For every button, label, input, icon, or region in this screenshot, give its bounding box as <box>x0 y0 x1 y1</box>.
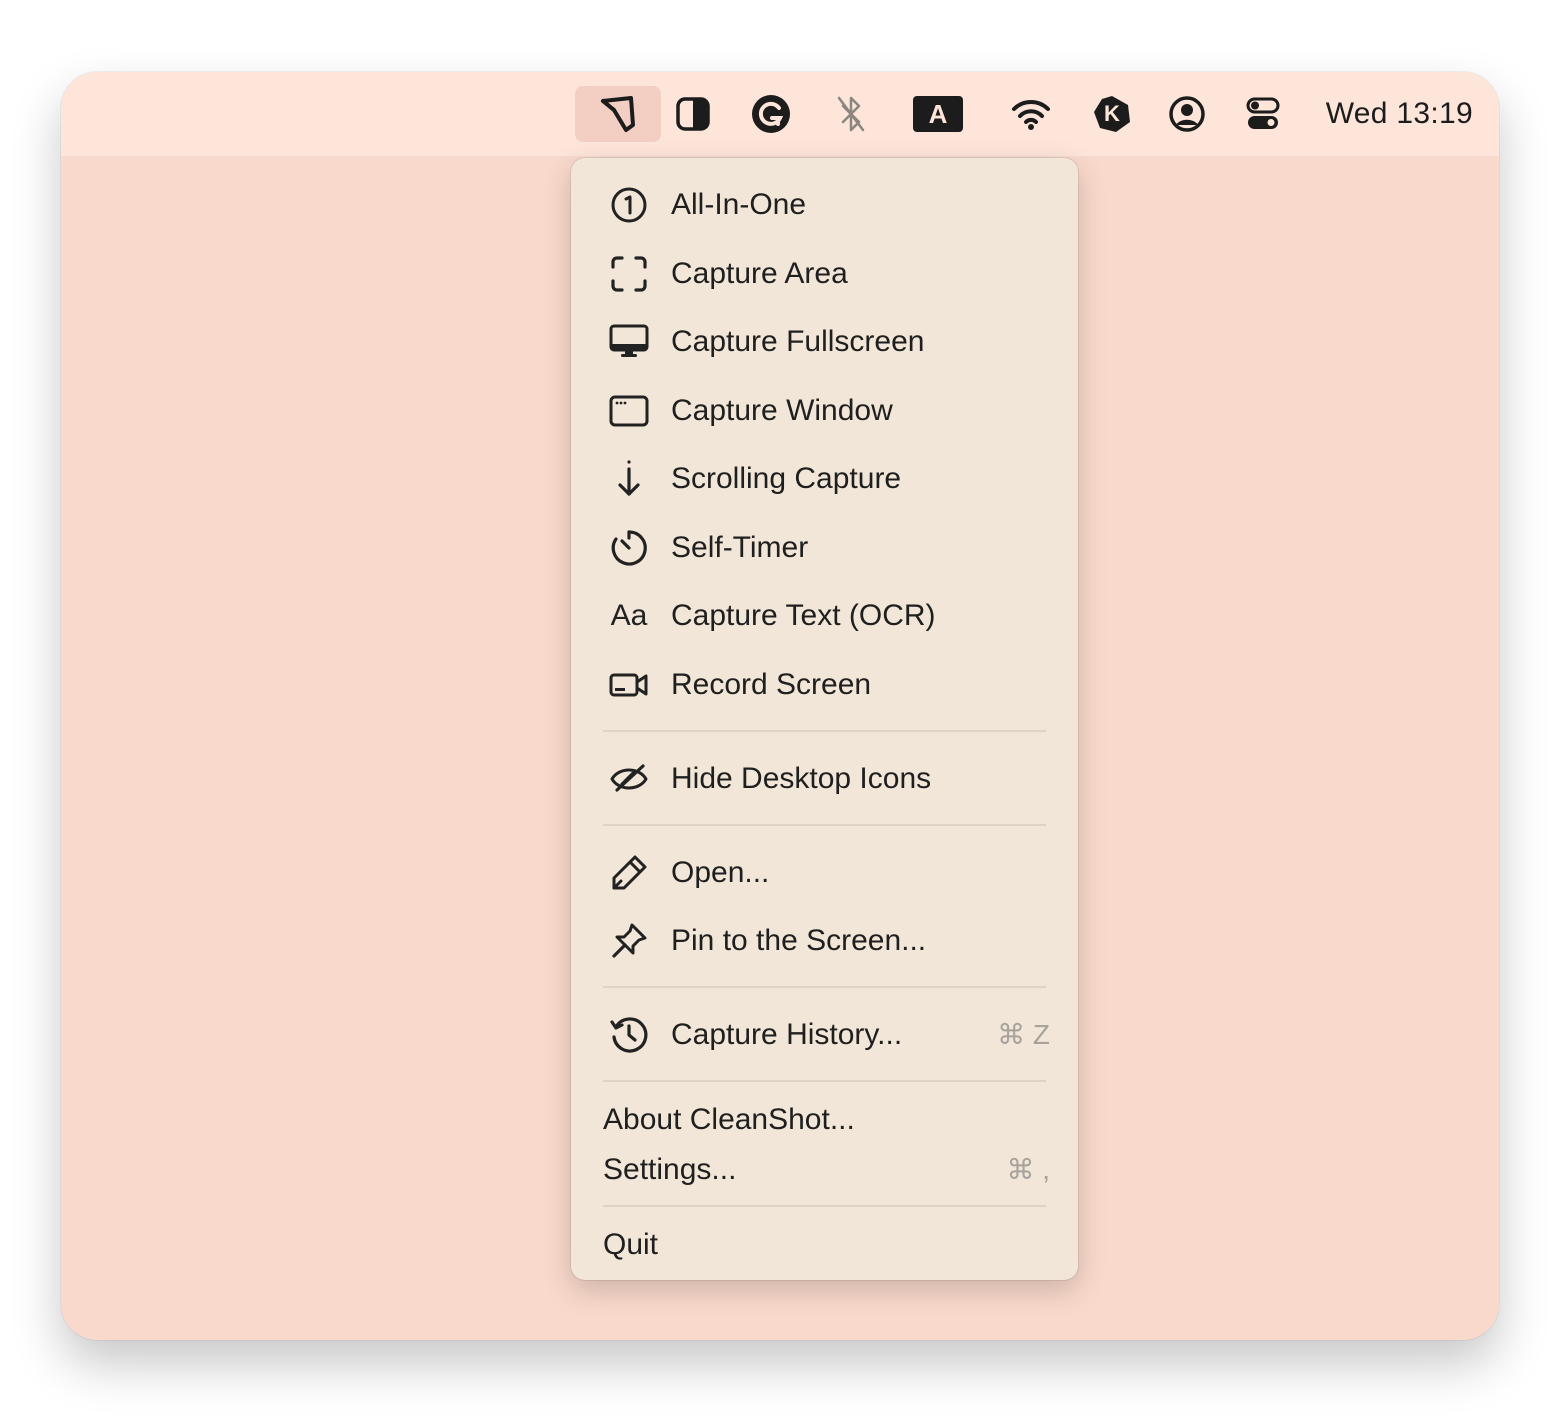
menu-item-label: Capture History... <box>671 1018 903 1051</box>
menu-item-label: Record Screen <box>671 668 872 701</box>
input-source-menu-extra[interactable]: A <box>911 86 965 142</box>
menu-item-label: Capture Fullscreen <box>671 325 925 358</box>
menu-item-capture-window[interactable]: Capture Window <box>571 381 1078 441</box>
menu-item-pin-to-screen[interactable]: Pin to the Screen... <box>571 911 1078 971</box>
menubar-clock[interactable]: Wed 13:19 <box>1326 86 1473 142</box>
text-aa-icon: Aa <box>610 599 648 632</box>
menu-separator <box>603 986 1046 988</box>
wifi-menu-extra[interactable] <box>1005 86 1057 142</box>
menu-item-label: Scrolling Capture <box>671 462 902 495</box>
menu-separator <box>603 1080 1046 1082</box>
menu-item-label: Capture Area <box>671 257 848 290</box>
bluetooth-menu-extra[interactable] <box>825 86 877 142</box>
menu-separator <box>603 730 1046 732</box>
capture-area-icon <box>609 254 649 294</box>
menu-item-record-screen[interactable]: Record Screen <box>571 655 1078 715</box>
menu-item-label: Settings... <box>603 1153 737 1186</box>
input-source-icon: A <box>913 96 963 132</box>
menu-bar: A K Wed 13:19 <box>61 72 1499 157</box>
history-icon <box>609 1015 649 1055</box>
control-center-icon <box>1245 96 1281 132</box>
cleanshot-dropdown-menu: All-In-One Capture Area Capture Fullscre… <box>571 158 1078 1280</box>
grammarly-icon <box>751 94 791 134</box>
contrast-menu-extra[interactable] <box>667 86 719 142</box>
menu-item-label: Pin to the Screen... <box>671 924 927 957</box>
pin-icon <box>609 921 649 961</box>
user-account-menu-extra[interactable] <box>1161 86 1213 142</box>
menu-separator <box>603 1205 1046 1207</box>
menu-item-quit[interactable]: Quit <box>571 1215 1078 1275</box>
menu-item-scrolling-capture[interactable]: Scrolling Capture <box>571 449 1078 509</box>
menu-item-hide-desktop-icons[interactable]: Hide Desktop Icons <box>571 749 1078 809</box>
arrow-down-icon <box>609 459 649 499</box>
cleanshot-icon <box>598 95 638 133</box>
video-camera-icon <box>609 665 649 705</box>
monitor-icon <box>609 322 649 362</box>
pencil-icon <box>609 853 649 893</box>
circled-one-icon <box>609 185 649 225</box>
menu-item-label: Quit <box>603 1228 659 1261</box>
menu-item-open[interactable]: Open... <box>571 843 1078 903</box>
menu-item-label: Capture Text (OCR) <box>671 599 936 632</box>
user-account-icon <box>1168 95 1206 133</box>
menu-item-label: All-In-One <box>671 188 807 221</box>
eye-slash-icon <box>609 759 649 799</box>
contrast-icon <box>675 96 711 132</box>
menu-item-capture-fullscreen[interactable]: Capture Fullscreen <box>571 312 1078 372</box>
menu-item-label: Hide Desktop Icons <box>671 762 932 795</box>
keyboard-maestro-menu-extra[interactable]: K <box>1085 86 1139 142</box>
menu-item-self-timer[interactable]: Self-Timer <box>571 518 1078 578</box>
menu-item-label: Self-Timer <box>671 531 809 564</box>
menu-item-settings[interactable]: Settings... ⌘ , <box>571 1140 1078 1200</box>
menu-item-capture-history[interactable]: Capture History... ⌘ Z <box>571 1005 1078 1065</box>
control-center-menu-extra[interactable] <box>1237 86 1289 142</box>
menu-item-label: Open... <box>671 856 770 889</box>
timer-icon <box>609 528 649 568</box>
menu-item-label: Capture Window <box>671 394 893 427</box>
menu-separator <box>603 824 1046 826</box>
shortcut-label: ⌘ Z <box>997 1019 1050 1050</box>
bluetooth-off-icon <box>833 94 869 134</box>
window-icon <box>609 391 649 431</box>
keyboard-maestro-icon: K <box>1092 94 1132 134</box>
shortcut-label: ⌘ , <box>1006 1154 1050 1185</box>
menu-item-capture-text[interactable]: Aa Capture Text (OCR) <box>571 586 1078 646</box>
grammarly-menu-extra[interactable] <box>745 86 797 142</box>
menu-item-capture-area[interactable]: Capture Area <box>571 244 1078 304</box>
wifi-icon <box>1011 97 1051 131</box>
menu-item-all-in-one[interactable]: All-In-One <box>571 175 1078 235</box>
cleanshot-menu-extra[interactable] <box>575 86 661 142</box>
